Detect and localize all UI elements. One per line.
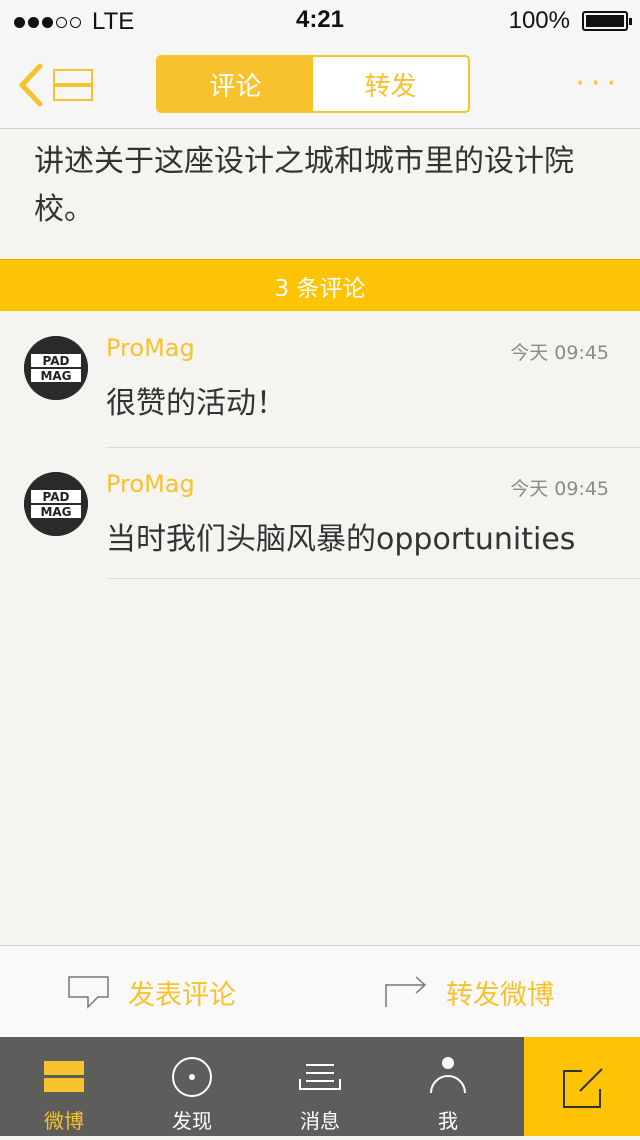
comment-time: 今天 09:45 <box>510 478 609 500</box>
divider <box>106 578 640 579</box>
comment-text: 当时我们头脑风暴的opportunities <box>106 522 576 557</box>
post-text: 讲述关于这座设计之城和城市里的设计院校。 <box>34 144 574 227</box>
home-stack-icon <box>44 1061 84 1092</box>
comment-author[interactable]: ProMag <box>106 334 195 362</box>
repost-button[interactable]: 转发微博 <box>384 946 554 1038</box>
repost-label: 转发微博 <box>446 979 554 1011</box>
svg-text:PAD: PAD <box>43 490 70 504</box>
comment-item[interactable]: PAD MAG ProMag 今天 09:45 很赞的活动！ <box>0 312 640 448</box>
svg-text:PAD: PAD <box>43 354 70 368</box>
tab-messages[interactable]: 消息 <box>256 1037 384 1136</box>
battery-icon <box>582 11 632 31</box>
repost-arrow-icon <box>385 976 427 1007</box>
compose-button[interactable] <box>524 1037 640 1136</box>
back-chevron-icon <box>19 63 93 107</box>
discover-icon <box>172 1057 212 1097</box>
svg-text:MAG: MAG <box>40 505 71 519</box>
inbox-icon <box>299 1064 341 1090</box>
comments-count-header: 3 条评论 <box>0 259 640 311</box>
status-bar: LTE 4:21 100% <box>0 0 640 40</box>
more-button[interactable]: ··· <box>575 66 622 101</box>
tab-profile[interactable]: 我 <box>384 1037 512 1136</box>
comment-author[interactable]: ProMag <box>106 470 195 498</box>
tab-discover[interactable]: 发现 <box>128 1037 256 1136</box>
comment-item[interactable]: PAD MAG ProMag 今天 09:45 当时我们头脑风暴的opportu… <box>0 448 640 579</box>
tab-home[interactable]: 微博 <box>0 1037 128 1136</box>
battery-percent: 100% <box>508 7 570 34</box>
promag-logo-icon: PAD MAG <box>24 336 88 400</box>
action-bar: 发表评论 转发微博 <box>0 945 640 1038</box>
post-comment-label: 发表评论 <box>128 979 236 1011</box>
tab-bar: 微博 发现 消息 我 <box>0 1037 640 1136</box>
compose-icon <box>563 1068 603 1108</box>
back-button[interactable] <box>14 60 104 110</box>
svg-text:MAG: MAG <box>40 369 71 383</box>
comment-time: 今天 09:45 <box>510 342 609 364</box>
tab-profile-label: 我 <box>438 1109 458 1133</box>
nav-bar: 评论 转发 ··· <box>0 40 640 129</box>
profile-icon <box>430 1057 466 1094</box>
comment-text: 很赞的活动！ <box>106 386 286 421</box>
tab-home-label: 微博 <box>44 1109 84 1133</box>
tab-messages-label: 消息 <box>300 1109 340 1133</box>
tab-discover-label: 发现 <box>172 1109 212 1133</box>
avatar[interactable]: PAD MAG <box>24 472 88 536</box>
post-comment-button[interactable]: 发表评论 <box>68 946 236 1038</box>
promag-logo-icon: PAD MAG <box>24 472 88 536</box>
tab-comments[interactable]: 评论 <box>158 57 313 111</box>
comment-bubble-icon <box>68 976 109 1009</box>
tab-reposts[interactable]: 转发 <box>313 57 468 111</box>
comment-repost-segmented-control: 评论 转发 <box>156 55 470 113</box>
avatar[interactable]: PAD MAG <box>24 336 88 400</box>
